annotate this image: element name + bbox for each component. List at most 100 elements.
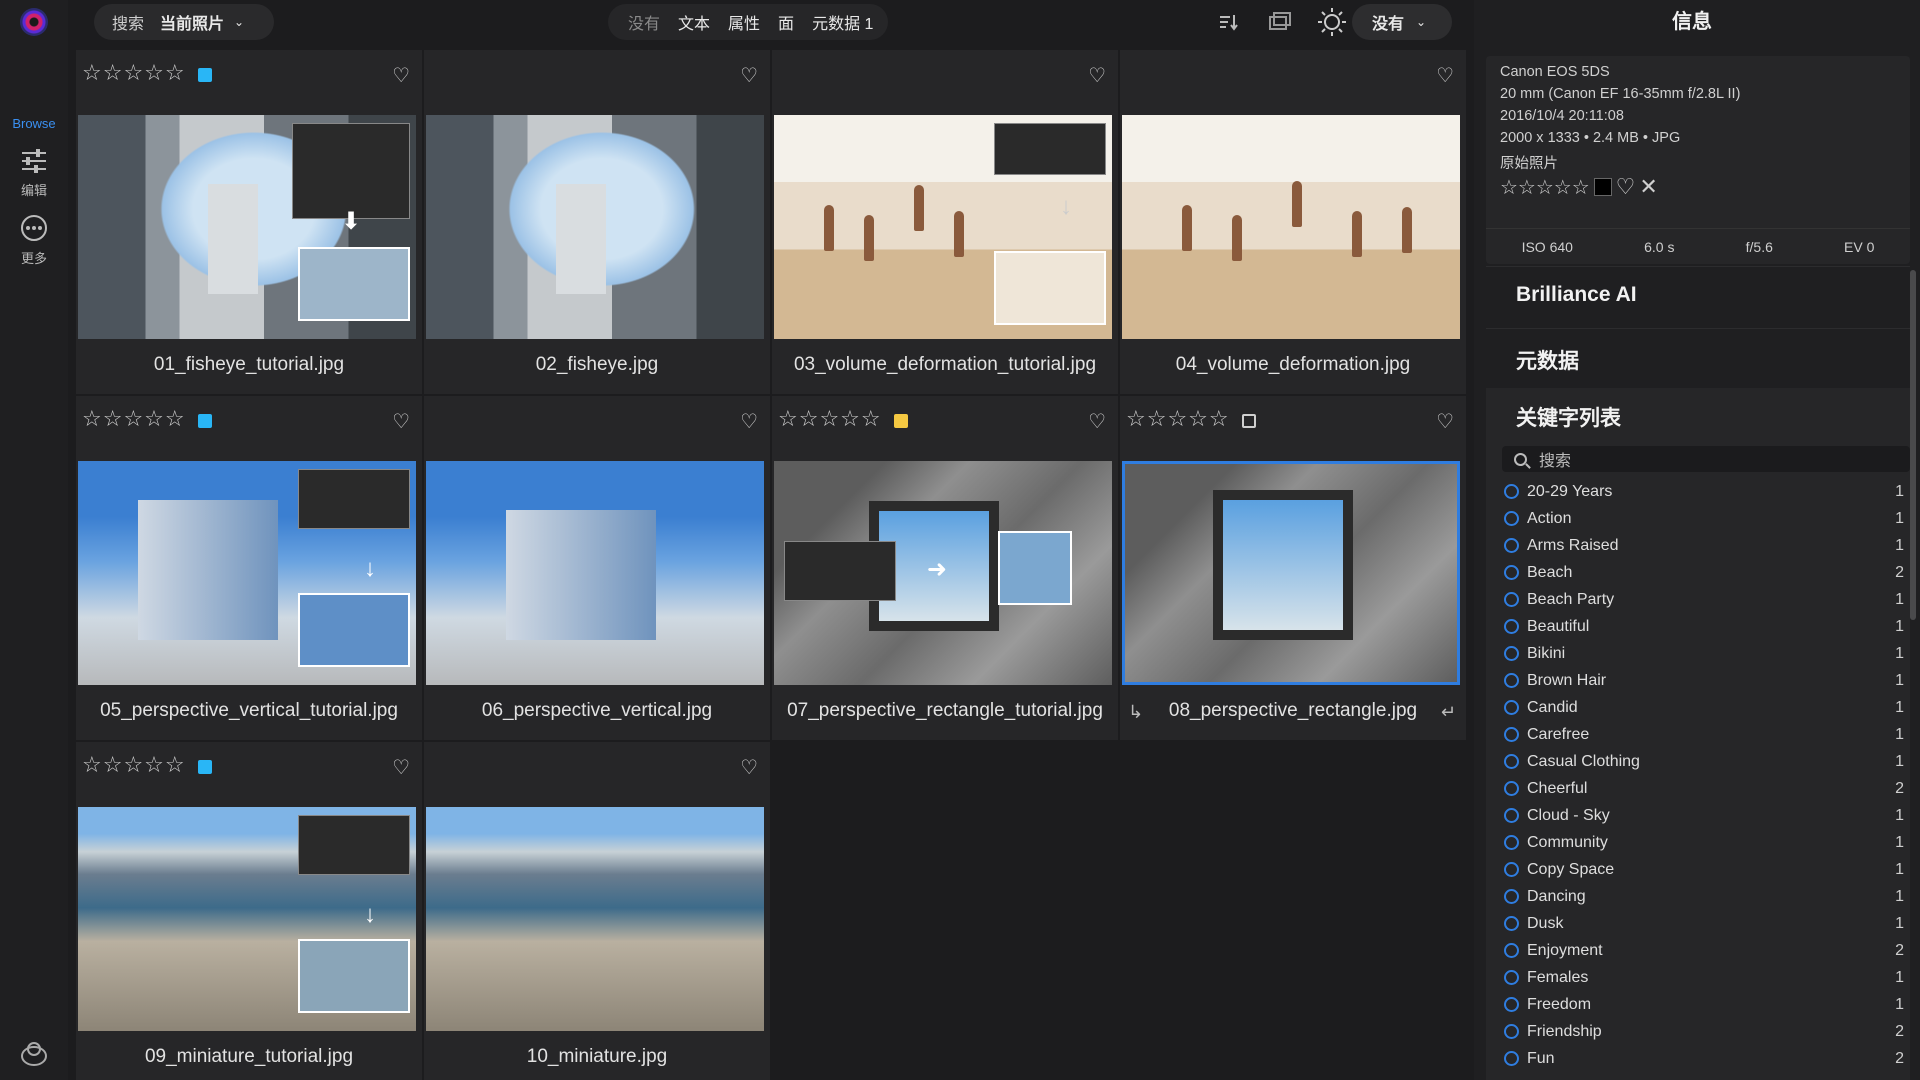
photo-thumbnail[interactable] (426, 807, 764, 1031)
keyword-checkbox[interactable] (1504, 700, 1519, 715)
photo-thumbnail[interactable]: ➜ (774, 461, 1112, 685)
keyword-row[interactable]: Freedom 1 (1504, 991, 1904, 1018)
keyword-checkbox[interactable] (1504, 646, 1519, 661)
keyword-row[interactable]: Casual Clothing 1 (1504, 748, 1904, 775)
rotate-right-icon[interactable]: ↵ (1441, 702, 1456, 723)
heart-icon[interactable]: ♡ (1436, 63, 1454, 88)
keyword-checkbox[interactable] (1504, 970, 1519, 985)
photo-thumbnail[interactable]: ↓ (78, 461, 416, 685)
keyword-checkbox[interactable] (1504, 916, 1519, 931)
cloud-sync-icon[interactable] (18, 1040, 50, 1068)
color-label[interactable] (894, 414, 908, 428)
keyword-checkbox[interactable] (1504, 781, 1519, 796)
section-metadata[interactable]: 元数据 (1486, 328, 1910, 386)
keyword-row[interactable]: Dancing 1 (1504, 883, 1904, 910)
keyword-row[interactable]: Arms Raised 1 (1504, 532, 1904, 559)
keyword-row[interactable]: Beach 2 (1504, 559, 1904, 586)
keyword-checkbox[interactable] (1504, 835, 1519, 850)
keyword-checkbox[interactable] (1504, 511, 1519, 526)
keyword-row[interactable]: Carefree 1 (1504, 721, 1904, 748)
keyword-row[interactable]: Brown Hair 1 (1504, 667, 1904, 694)
keyword-checkbox[interactable] (1504, 1051, 1519, 1066)
keyword-checkbox[interactable] (1504, 565, 1519, 580)
star-rating[interactable]: ☆☆☆☆☆ (82, 406, 186, 432)
reject-icon[interactable]: ✕ (1639, 174, 1657, 200)
heart-icon[interactable]: ♡ (1436, 409, 1454, 434)
photo-card[interactable]: ♡ 02_fisheye.jpg (424, 50, 770, 394)
panel-scrollbar[interactable] (1910, 270, 1916, 620)
keyword-search-input[interactable]: 搜索 (1502, 446, 1910, 472)
heart-icon[interactable]: ♡ (740, 63, 758, 88)
filter-text[interactable]: 文本 (678, 10, 710, 34)
keyword-checkbox[interactable] (1504, 484, 1519, 499)
keyword-row[interactable]: Beautiful 1 (1504, 613, 1904, 640)
photo-thumbnail[interactable] (1122, 115, 1460, 339)
keyword-checkbox[interactable] (1504, 619, 1519, 634)
photo-card[interactable]: ☆☆☆☆☆ ♡ ↓ 09_miniature_tutorial.jpg (76, 742, 422, 1080)
keyword-checkbox[interactable] (1504, 538, 1519, 553)
photo-card[interactable]: ☆☆☆☆☆ ♡ ↳ 08_perspective_rectangle.jpg ↵ (1120, 396, 1466, 740)
photo-card[interactable]: ♡ 04_volume_deformation.jpg (1120, 50, 1466, 394)
keyword-row[interactable]: Action 1 (1504, 505, 1904, 532)
keyword-checkbox[interactable] (1504, 808, 1519, 823)
keyword-row[interactable]: Enjoyment 2 (1504, 937, 1904, 964)
keyword-checkbox[interactable] (1504, 889, 1519, 904)
sort-dropdown[interactable]: 没有 ⌄ (1352, 4, 1452, 40)
heart-icon[interactable]: ♡ (1088, 63, 1106, 88)
color-label[interactable] (198, 68, 212, 82)
keyword-row[interactable]: Copy Space 1 (1504, 856, 1904, 883)
keyword-row[interactable]: Cheerful 2 (1504, 775, 1904, 802)
photo-card[interactable]: ♡ ↓ 03_volume_deformation_tutorial.jpg (772, 50, 1118, 394)
color-label[interactable] (198, 760, 212, 774)
heart-icon[interactable]: ♡ (740, 409, 758, 434)
keyword-checkbox[interactable] (1504, 862, 1519, 877)
filter-metadata[interactable]: 元数据 1 (812, 10, 873, 34)
photo-card[interactable]: ♡ 06_perspective_vertical.jpg (424, 396, 770, 740)
color-label[interactable] (1242, 414, 1256, 428)
rail-more[interactable]: 更多 (0, 214, 68, 267)
keyword-checkbox[interactable] (1504, 727, 1519, 742)
photo-card[interactable]: ♡ 10_miniature.jpg (424, 742, 770, 1080)
photo-thumbnail[interactable] (426, 461, 764, 685)
color-label[interactable] (198, 414, 212, 428)
heart-icon[interactable]: ♡ (740, 755, 758, 780)
photo-thumbnail[interactable]: ↓ (78, 807, 416, 1031)
keyword-checkbox[interactable] (1504, 997, 1519, 1012)
keyword-row[interactable]: Community 1 (1504, 829, 1904, 856)
star-rating[interactable]: ☆☆☆☆☆ (778, 406, 882, 432)
compare-icon[interactable] (1264, 6, 1296, 38)
star-rating[interactable]: ☆☆☆☆☆ (1126, 406, 1230, 432)
sort-icon[interactable] (1212, 6, 1244, 38)
search-scope-dropdown[interactable]: 搜索 当前照片 ⌄ (94, 4, 274, 40)
brightness-icon[interactable] (1316, 6, 1348, 38)
star-rating[interactable]: ☆☆☆☆☆ (82, 752, 186, 778)
heart-icon[interactable]: ♡ (1616, 174, 1636, 200)
app-logo-icon[interactable] (20, 8, 48, 36)
keyword-row[interactable]: Females 1 (1504, 964, 1904, 991)
keyword-row[interactable]: Beach Party 1 (1504, 586, 1904, 613)
photo-thumbnail[interactable] (1122, 461, 1460, 685)
keyword-checkbox[interactable] (1504, 754, 1519, 769)
heart-icon[interactable]: ♡ (392, 63, 410, 88)
filter-attributes[interactable]: 属性 (728, 10, 760, 34)
keyword-row[interactable]: Cloud - Sky 1 (1504, 802, 1904, 829)
photo-thumbnail[interactable]: ⬇ (78, 115, 416, 339)
keyword-row[interactable]: Friendship 2 (1504, 1018, 1904, 1045)
filter-faces[interactable]: 面 (778, 10, 794, 34)
rail-browse[interactable]: Browse (0, 82, 68, 131)
photo-card[interactable]: ☆☆☆☆☆ ♡ ↓ 05_perspective_vertical_tutori… (76, 396, 422, 740)
star-rating[interactable]: ☆☆☆☆☆ (82, 60, 186, 86)
filter-none[interactable]: 没有 (628, 10, 660, 34)
heart-icon[interactable]: ♡ (392, 755, 410, 780)
color-label-black[interactable] (1593, 178, 1612, 196)
keyword-row[interactable]: Fun 2 (1504, 1045, 1904, 1072)
photo-thumbnail[interactable]: ↓ (774, 115, 1112, 339)
photo-thumbnail[interactable] (426, 115, 764, 339)
keyword-row[interactable]: Candid 1 (1504, 694, 1904, 721)
keyword-checkbox[interactable] (1504, 592, 1519, 607)
keyword-row[interactable]: Dusk 1 (1504, 910, 1904, 937)
rail-edit[interactable]: 编辑 (0, 148, 68, 199)
photo-card[interactable]: ☆☆☆☆☆ ♡ ➜ 07_perspective_rectangle_tutor… (772, 396, 1118, 740)
heart-icon[interactable]: ♡ (392, 409, 410, 434)
keyword-checkbox[interactable] (1504, 673, 1519, 688)
